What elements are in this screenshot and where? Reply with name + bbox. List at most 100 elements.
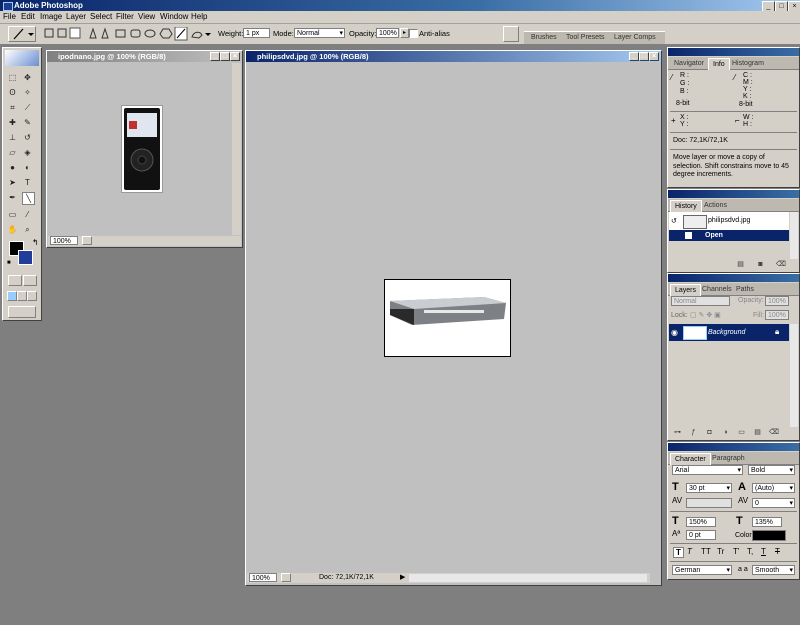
tab-layers[interactable]: Layers — [670, 284, 702, 296]
history-snapshot-row[interactable]: ↺ philipsdvd.jpg — [669, 212, 789, 230]
pen-tool-icon[interactable]: ✒ — [7, 192, 18, 203]
tab-character[interactable]: Character — [670, 453, 711, 465]
zoom-tool-icon[interactable]: ⌕ — [22, 224, 33, 235]
move-tool-icon[interactable]: ✥ — [22, 72, 33, 83]
swap-colors-icon[interactable]: ↰ — [32, 238, 39, 247]
screen-mode-full-icon[interactable] — [27, 291, 37, 301]
layer-opacity-input[interactable]: 100% — [765, 296, 789, 306]
strikethrough-button[interactable]: T — [775, 547, 780, 556]
layer-row-background[interactable]: ◉ Background 🔒︎ — [669, 324, 789, 341]
healing-brush-icon[interactable]: ✚ — [7, 117, 18, 128]
blur-tool-icon[interactable]: ● — [7, 162, 18, 173]
eraser-tool-icon[interactable]: ▱ — [7, 147, 18, 158]
crop-tool-icon[interactable]: ⌗ — [7, 102, 18, 113]
lasso-tool-icon[interactable]: ʘ — [7, 87, 18, 98]
vertical-scale-input[interactable]: 150% — [686, 517, 716, 527]
zoom-input[interactable]: 100% — [50, 236, 78, 245]
link-icon[interactable]: ⊶ — [673, 429, 682, 437]
vertical-scrollbar[interactable] — [790, 212, 798, 259]
faux-italic-button[interactable]: T — [687, 547, 692, 556]
small-caps-button[interactable]: Tr — [717, 547, 724, 556]
canvas-area[interactable] — [247, 63, 650, 572]
tab-info[interactable]: Info — [708, 58, 730, 70]
status-menu-icon[interactable] — [281, 573, 291, 582]
tab-paths[interactable]: Paths — [732, 284, 758, 295]
snapshot-icon[interactable]: ◙ — [756, 261, 765, 269]
underline-button[interactable]: T — [761, 547, 766, 556]
menu-edit[interactable]: Edit — [21, 11, 35, 23]
horizontal-scale-input[interactable]: 135% — [752, 517, 782, 527]
trash-icon[interactable]: ⌫ — [769, 429, 779, 437]
baseline-shift-input[interactable]: 0 pt — [686, 530, 716, 540]
path-select-icon[interactable]: ➤ — [7, 177, 18, 188]
all-caps-button[interactable]: TT — [701, 547, 711, 556]
vertical-scrollbar[interactable] — [790, 324, 798, 427]
status-menu-icon[interactable] — [82, 236, 92, 245]
new-document-icon[interactable]: ▤ — [736, 261, 745, 269]
brush-tool-icon[interactable]: ✎ — [22, 117, 33, 128]
slice-tool-icon[interactable]: ⟋ — [22, 102, 33, 113]
tab-histogram[interactable]: Histogram — [728, 58, 768, 69]
palette-well-icon[interactable] — [503, 26, 519, 42]
notes-tool-icon[interactable]: ▭ — [7, 209, 18, 220]
shape-mode-icons[interactable] — [42, 27, 237, 41]
paint-bucket-icon[interactable]: ◈ — [22, 147, 33, 158]
opacity-slider-arrow[interactable]: ▸ — [400, 28, 409, 38]
font-family-select[interactable]: Arial ▾ — [672, 465, 743, 475]
tab-brushes[interactable]: Brushes — [527, 32, 561, 43]
history-state-open[interactable]: Open — [669, 230, 789, 241]
blend-mode-select[interactable]: Normal — [671, 296, 730, 306]
clone-stamp-icon[interactable]: ⊥ — [7, 132, 18, 143]
dodge-tool-icon[interactable]: ◐ — [22, 162, 33, 173]
maximize-icon[interactable]: □ — [220, 52, 230, 61]
maximize-icon[interactable]: □ — [639, 52, 649, 61]
kerning-input[interactable] — [686, 498, 732, 508]
quickmask-mode-icon[interactable] — [23, 275, 37, 286]
zoom-input[interactable]: 100% — [249, 573, 277, 582]
tab-layer-comps[interactable]: Layer Comps — [610, 32, 660, 43]
screen-mode-standard-icon[interactable] — [7, 291, 17, 301]
eyedropper-icon[interactable]: ⁄ — [22, 209, 33, 220]
line-tool-icon[interactable]: ╲ — [22, 192, 35, 205]
superscript-button[interactable]: T' — [733, 547, 739, 556]
menu-filter[interactable]: Filter — [116, 11, 134, 23]
visibility-eye-icon[interactable]: ◉ — [671, 328, 678, 337]
history-brush-icon[interactable]: ↺ — [22, 132, 33, 143]
fill-input[interactable]: 100% — [765, 310, 789, 320]
tool-preset-picker[interactable] — [8, 26, 36, 42]
adobe-online-icon[interactable] — [5, 50, 39, 66]
magic-wand-icon[interactable]: ✧ — [22, 87, 33, 98]
subscript-button[interactable]: T, — [747, 547, 753, 556]
opacity-input[interactable]: 100% — [376, 28, 399, 38]
text-antialias-select[interactable]: Smooth ▾ — [752, 565, 795, 575]
weight-input[interactable]: 1 px — [243, 28, 270, 38]
marquee-tool-icon[interactable]: ⬚ — [7, 72, 18, 83]
trash-icon[interactable]: ⌫ — [776, 261, 786, 269]
tab-navigator[interactable]: Navigator — [670, 58, 708, 69]
minimize-icon[interactable]: _ — [210, 52, 220, 61]
text-color-swatch[interactable] — [752, 530, 786, 541]
tab-tool-presets[interactable]: Tool Presets — [562, 32, 609, 43]
adjustment-layer-icon[interactable]: ◑ — [721, 429, 730, 437]
antialias-checkbox[interactable] — [409, 29, 418, 38]
new-layer-icon[interactable]: ▤ — [753, 429, 762, 437]
font-size-input[interactable]: 30 pt ▾ — [686, 483, 732, 493]
layer-style-icon[interactable]: ƒ — [689, 429, 698, 437]
tab-actions[interactable]: Actions — [700, 200, 731, 211]
tab-paragraph[interactable]: Paragraph — [708, 453, 749, 464]
jump-to-imageready-icon[interactable] — [8, 306, 36, 318]
tab-history[interactable]: History — [670, 200, 702, 212]
tab-channels[interactable]: Channels — [698, 284, 736, 295]
standard-mode-icon[interactable] — [8, 275, 22, 286]
canvas-area[interactable] — [48, 63, 231, 235]
new-group-icon[interactable]: ▭ — [737, 429, 746, 437]
default-colors-icon[interactable]: ■ — [7, 260, 11, 266]
leading-input[interactable]: (Auto) ▾ — [752, 483, 795, 493]
menu-image[interactable]: Image — [40, 11, 62, 23]
screen-mode-full-menu-icon[interactable] — [17, 291, 27, 301]
font-style-select[interactable]: Bold ▾ — [748, 465, 795, 475]
close-icon[interactable]: × — [230, 52, 240, 61]
menu-help[interactable]: Help — [191, 11, 207, 23]
menu-window[interactable]: Window — [160, 11, 188, 23]
menu-layer[interactable]: Layer — [66, 11, 86, 23]
